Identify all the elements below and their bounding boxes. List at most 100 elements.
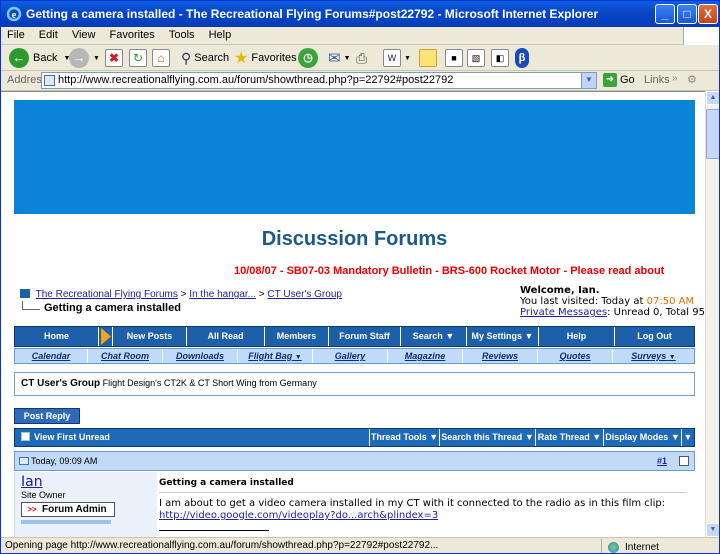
nav-all-read[interactable]: All Read [187,327,265,346]
notes-button[interactable] [419,48,437,68]
menu-favorites[interactable]: Favorites [104,27,160,41]
menu-edit[interactable]: Edit [33,27,63,41]
bulletin-link[interactable]: 10/08/07 - SB07-03 Mandatory Bulletin - … [234,265,664,277]
forum-name: CT User's Group [21,378,101,389]
home-button[interactable]: ⌂ [152,48,170,68]
star-icon: ★ [234,50,249,67]
history-button[interactable]: ◷ [298,48,318,68]
chevron-down-icon: ▼ [524,331,534,341]
view-first-unread-link[interactable]: View First Unread [15,429,370,446]
private-messages-link[interactable]: Private Messages [520,307,607,318]
back-arrow-icon: ← [9,48,29,68]
minimize-button[interactable]: _ [655,4,675,24]
nav-home[interactable]: Home [15,327,99,346]
nav-search[interactable]: Search ▼ [401,327,467,346]
toolbar: ← Back ▼ → ▼ ✖ ↻ ⌂ ⚲ Search ★ Favorites … [1,45,719,71]
subnav-quotes[interactable]: Quotes [538,349,613,363]
forward-button[interactable]: → ▼ [69,48,100,68]
post-header: Today, 09:09 AM #1 [14,451,695,471]
toolbar-extra-icon[interactable]: ⚙ [687,73,697,86]
subnav-flight-bag-label: Flight Bag [248,351,293,361]
menu-view[interactable]: View [66,27,101,41]
ie-logo-icon: e [6,6,22,22]
chevron-down-icon: ▼ [524,432,534,442]
scroll-thumb[interactable] [706,109,719,159]
stop-button[interactable]: ✖ [105,48,123,68]
scroll-down-icon[interactable]: ▼ [706,523,719,537]
messenger-button[interactable]: ■ [445,48,463,68]
research-button[interactable]: ▧ [467,48,485,68]
subnav-chat-room[interactable]: Chat Room [88,349,163,363]
rate-thread-menu[interactable]: Rate Thread ▼ [536,429,604,446]
screen-icon: ◧ [491,49,509,67]
refresh-button[interactable]: ↻ [129,48,147,68]
menu-help[interactable]: Help [203,27,237,41]
nav-forum-staff[interactable]: Forum Staff [329,327,401,346]
last-visited-label: You last visited: Today at [520,296,644,307]
chevron-down-icon: ▼ [294,354,302,361]
subnav-calendar[interactable]: Calendar [15,349,88,363]
thread-tools-menu[interactable]: Thread Tools ▼ [370,429,440,446]
view-first-unread-label: View First Unread [34,432,110,442]
post-number-link[interactable]: #1 [657,452,667,470]
close-button[interactable]: X [698,4,718,24]
main-nav: Home New Posts All Read Members Forum St… [14,326,695,347]
display-modes-label: Display Modes [605,432,669,442]
back-button[interactable]: ← Back ▼ [9,48,70,68]
breadcrumb-home[interactable]: The Recreational Flying Forums [36,289,178,300]
address-input[interactable]: http://www.recreationalflying.com.au/for… [41,72,597,89]
subnav-gallery[interactable]: Gallery [313,349,388,363]
post-reply-button[interactable]: Post Reply [14,408,80,424]
chevron-down-icon[interactable]: ▼ [682,429,694,446]
maximize-button[interactable]: □ [677,4,697,24]
nav-log-out[interactable]: Log Out [615,327,694,346]
nav-help[interactable]: Help [539,327,615,346]
user-rank-bar [21,520,111,524]
post-user-panel: Ian Site Owner >> Forum Admin [14,472,157,537]
subnav-magazine[interactable]: Magazine [388,349,463,363]
favorites-button[interactable]: ★ Favorites [234,48,297,68]
nav-my-settings[interactable]: My Settings ▼ [467,327,539,346]
page-icon [44,75,55,86]
screen-button[interactable]: ◧ [491,48,509,68]
breadcrumb: The Recreational Flying Forums > In the … [20,289,342,300]
bluetooth-button[interactable]: β [515,48,529,68]
user-title: Site Owner [21,490,66,500]
globe-icon [608,541,619,553]
note-icon [419,49,437,67]
go-button[interactable]: ➜ Go [603,73,635,87]
breadcrumb-parent[interactable]: In the hangar... [189,289,256,300]
post-select-checkbox[interactable] [679,456,689,466]
menu-file[interactable]: File [1,27,30,41]
print-button[interactable]: ⎙ [356,48,367,68]
subnav-downloads[interactable]: Downloads [163,349,238,363]
browser-window: e Getting a camera installed - The Recre… [0,0,720,554]
nav-members[interactable]: Members [265,327,329,346]
chevron-down-icon[interactable]: ▼ [581,73,596,88]
links-chevron-icon[interactable]: » [672,73,678,84]
mail-button[interactable]: ✉ ▼ [328,48,351,68]
post-video-link[interactable]: http://video.google.com/videoplay?do...a… [159,510,438,521]
subnav-surveys[interactable]: Surveys ▼ [613,349,694,363]
username-link[interactable]: Ian [21,474,157,490]
vertical-scrollbar[interactable]: ▲ ▼ [705,91,719,537]
status-message: Opening page http://www.recreationalflyi… [5,540,439,551]
menu-tools[interactable]: Tools [163,27,200,41]
tree-line-icon [22,301,40,310]
thread-title: Getting a camera installed [44,301,181,314]
stop-icon: ✖ [105,49,123,67]
scroll-up-icon[interactable]: ▲ [706,91,719,105]
home-icon: ⌂ [152,49,170,67]
edit-button[interactable]: W ▼ [383,48,411,68]
nav-new-posts[interactable]: New Posts [113,327,187,346]
search-button[interactable]: ⚲ Search [181,48,229,68]
breadcrumb-forum[interactable]: CT User's Group [267,289,342,300]
subnav-flight-bag[interactable]: Flight Bag ▼ [238,349,313,363]
display-modes-menu[interactable]: Display Modes ▼ [604,429,682,446]
title-bar: e Getting a camera installed - The Recre… [1,1,719,27]
subnav-reviews[interactable]: Reviews [463,349,538,363]
search-thread-menu[interactable]: Search this Thread ▼ [440,429,536,446]
rate-thread-label: Rate Thread [537,432,590,442]
links-button[interactable]: Links [644,74,670,86]
last-visited-time: 07:50 AM [646,296,695,307]
